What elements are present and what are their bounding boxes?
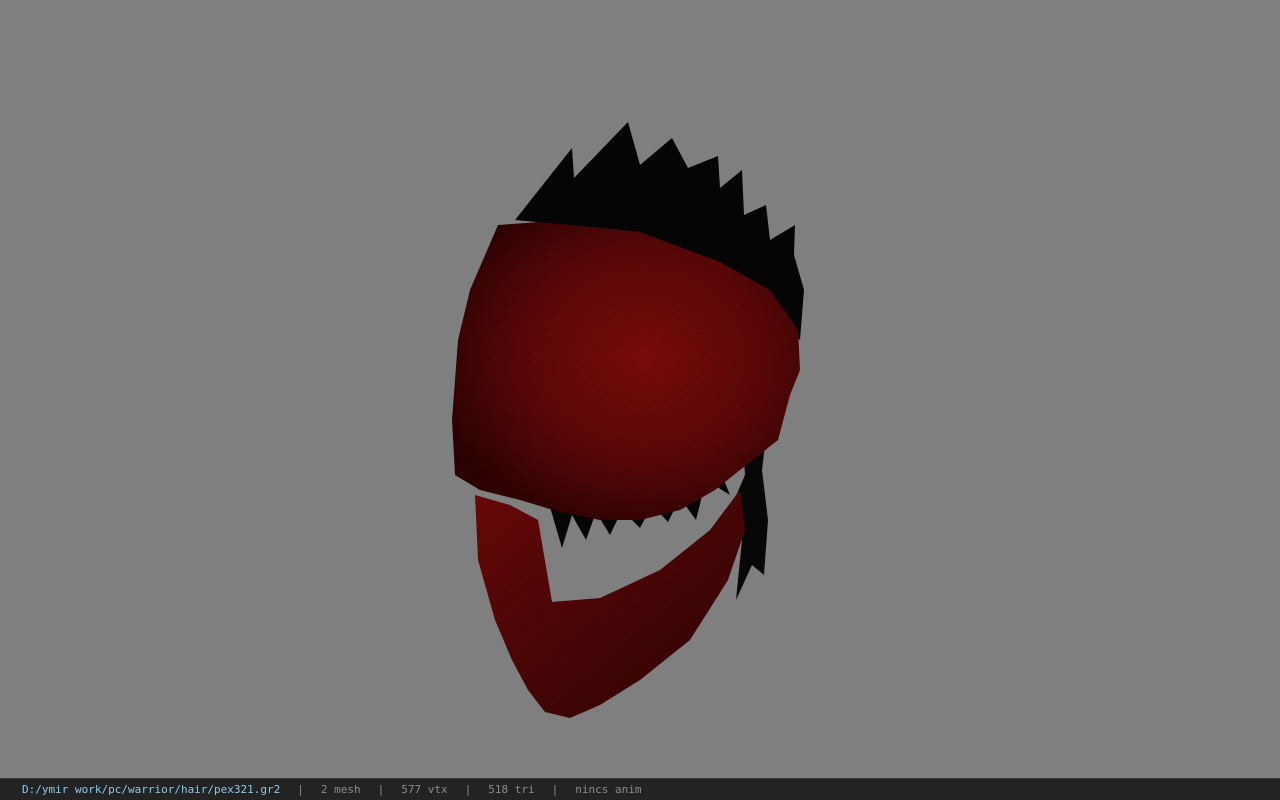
mesh-count-text: 2 mesh [320,783,361,796]
status-separator: | [297,783,304,796]
vertex-count-text: 577 vtx [401,783,448,796]
status-bar: D:/ymir work/pc/warrior/hair/pex321.gr2 … [0,778,1280,800]
status-separator: | [464,783,472,796]
3d-viewport[interactable] [0,0,1280,778]
triangle-count-text: 518 tri [488,783,535,796]
status-separator: | [377,783,385,796]
file-path-text: D:/ymir work/pc/warrior/hair/pex321.gr2 [22,783,281,796]
hair-model-render [452,122,804,718]
status-separator: | [551,783,559,796]
animation-status-text: nincs anim [575,783,642,796]
